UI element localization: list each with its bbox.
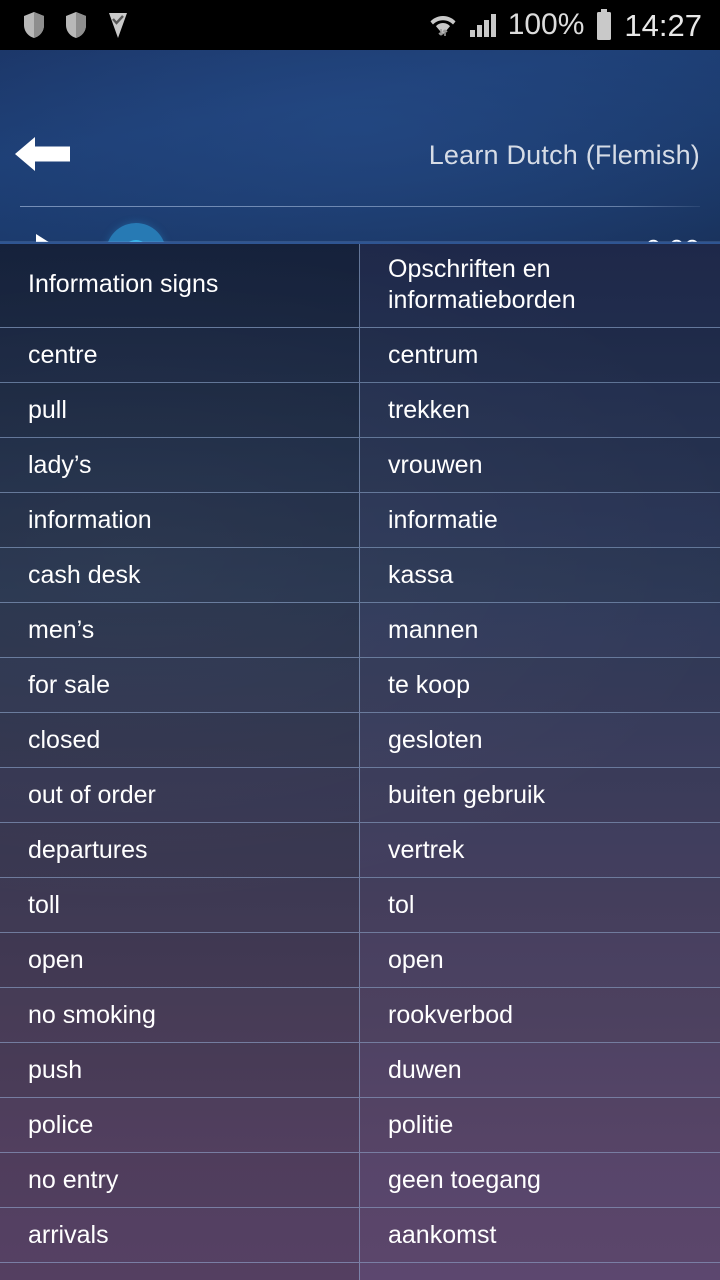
shield-check-icon bbox=[106, 11, 130, 39]
battery-icon bbox=[594, 9, 614, 41]
cell-english: arrivals bbox=[0, 1208, 360, 1262]
cell-dutch: geen toegang bbox=[360, 1153, 720, 1207]
cell-english: information bbox=[0, 493, 360, 547]
table-row[interactable]: for sale te koop bbox=[0, 658, 720, 713]
cell-dutch: kassa bbox=[360, 548, 720, 602]
cell-english: men’s bbox=[0, 603, 360, 657]
play-icon bbox=[36, 234, 66, 242]
cell-english: push bbox=[0, 1043, 360, 1097]
cell-dutch: open bbox=[360, 933, 720, 987]
cell-english: centre bbox=[0, 328, 360, 382]
cell-english: open bbox=[0, 933, 360, 987]
shield-icon bbox=[64, 11, 88, 39]
cell-dutch: rookverbod bbox=[360, 988, 720, 1042]
cell-english: toll bbox=[0, 878, 360, 932]
cell-dutch: te koop bbox=[360, 658, 720, 712]
cell-dutch: informatie bbox=[360, 493, 720, 547]
cell-english: pull bbox=[0, 383, 360, 437]
cell-dutch: duwen bbox=[360, 1043, 720, 1097]
shield-icon bbox=[22, 11, 46, 39]
cell-english: police bbox=[0, 1098, 360, 1152]
cell-dutch: centrum bbox=[360, 328, 720, 382]
column-header-english: Information signs bbox=[0, 242, 360, 327]
table-row[interactable]: out of order buiten gebruik bbox=[0, 768, 720, 823]
table-row[interactable]: arrivals aankomst bbox=[0, 1208, 720, 1263]
table-row[interactable]: cash desk kassa bbox=[0, 548, 720, 603]
table-header-row[interactable]: Information signs Opschriften en informat… bbox=[0, 242, 720, 328]
table-row[interactable]: no entry geen toegang bbox=[0, 1153, 720, 1208]
cell-english bbox=[0, 1263, 360, 1280]
table-row[interactable]: lady’s vrouwen bbox=[0, 438, 720, 493]
cell-english: for sale bbox=[0, 658, 360, 712]
table-row[interactable]: push duwen bbox=[0, 1043, 720, 1098]
table-row[interactable]: centre centrum bbox=[0, 328, 720, 383]
cell-dutch bbox=[360, 1263, 720, 1280]
status-bar-left-icons bbox=[22, 11, 130, 39]
table-row[interactable]: closed gesloten bbox=[0, 713, 720, 768]
table-row[interactable]: men’s mannen bbox=[0, 603, 720, 658]
cell-dutch: vertrek bbox=[360, 823, 720, 877]
battery-percent-label: 100% bbox=[507, 8, 585, 41]
cell-dutch: mannen bbox=[360, 603, 720, 657]
cell-english: no smoking bbox=[0, 988, 360, 1042]
cell-english: cash desk bbox=[0, 548, 360, 602]
phrase-table[interactable]: Information signs Opschriften en informat… bbox=[0, 242, 720, 1280]
back-button[interactable] bbox=[10, 122, 76, 186]
play-button[interactable] bbox=[22, 227, 74, 242]
table-row[interactable]: police politie bbox=[0, 1098, 720, 1153]
cell-dutch: gesloten bbox=[360, 713, 720, 767]
cell-dutch: trekken bbox=[360, 383, 720, 437]
table-row[interactable]: pull trekken bbox=[0, 383, 720, 438]
seek-knob[interactable] bbox=[106, 223, 166, 242]
cell-english: out of order bbox=[0, 768, 360, 822]
back-arrow-icon bbox=[15, 137, 70, 171]
status-bar: 100% 14:27 bbox=[0, 0, 720, 50]
column-header-dutch: Opschriften en informatieborden bbox=[360, 242, 720, 327]
signal-icon bbox=[468, 10, 498, 40]
phrase-table-body: Information signs Opschriften en informat… bbox=[0, 242, 720, 1280]
table-row[interactable] bbox=[0, 1263, 720, 1280]
cell-english: departures bbox=[0, 823, 360, 877]
cell-dutch: buiten gebruik bbox=[360, 768, 720, 822]
wifi-icon bbox=[428, 10, 458, 40]
cell-dutch: politie bbox=[360, 1098, 720, 1152]
cell-dutch: tol bbox=[360, 878, 720, 932]
page-title: Learn Dutch (Flemish) bbox=[428, 140, 700, 170]
current-time-label: 0:00 bbox=[646, 234, 701, 242]
table-row[interactable]: information informatie bbox=[0, 493, 720, 548]
status-bar-right-icons: 100% 14:27 bbox=[428, 9, 710, 41]
table-row[interactable]: toll tol bbox=[0, 878, 720, 933]
status-bar-clock: 14:27 bbox=[624, 7, 702, 43]
table-row[interactable]: no smoking rookverbod bbox=[0, 988, 720, 1043]
audio-player: 0:00 bbox=[0, 207, 720, 242]
cell-english: lady’s bbox=[0, 438, 360, 492]
app-header: Learn Dutch (Flemish) 0:00 bbox=[0, 50, 720, 242]
table-row[interactable]: departures vertrek bbox=[0, 823, 720, 878]
app-screen: 100% 14:27 Learn Dutch (Flemish) Informa… bbox=[0, 0, 720, 1280]
cell-english: no entry bbox=[0, 1153, 360, 1207]
cell-dutch: vrouwen bbox=[360, 438, 720, 492]
cell-english: closed bbox=[0, 713, 360, 767]
cell-dutch: aankomst bbox=[360, 1208, 720, 1262]
table-row[interactable]: open open bbox=[0, 933, 720, 988]
